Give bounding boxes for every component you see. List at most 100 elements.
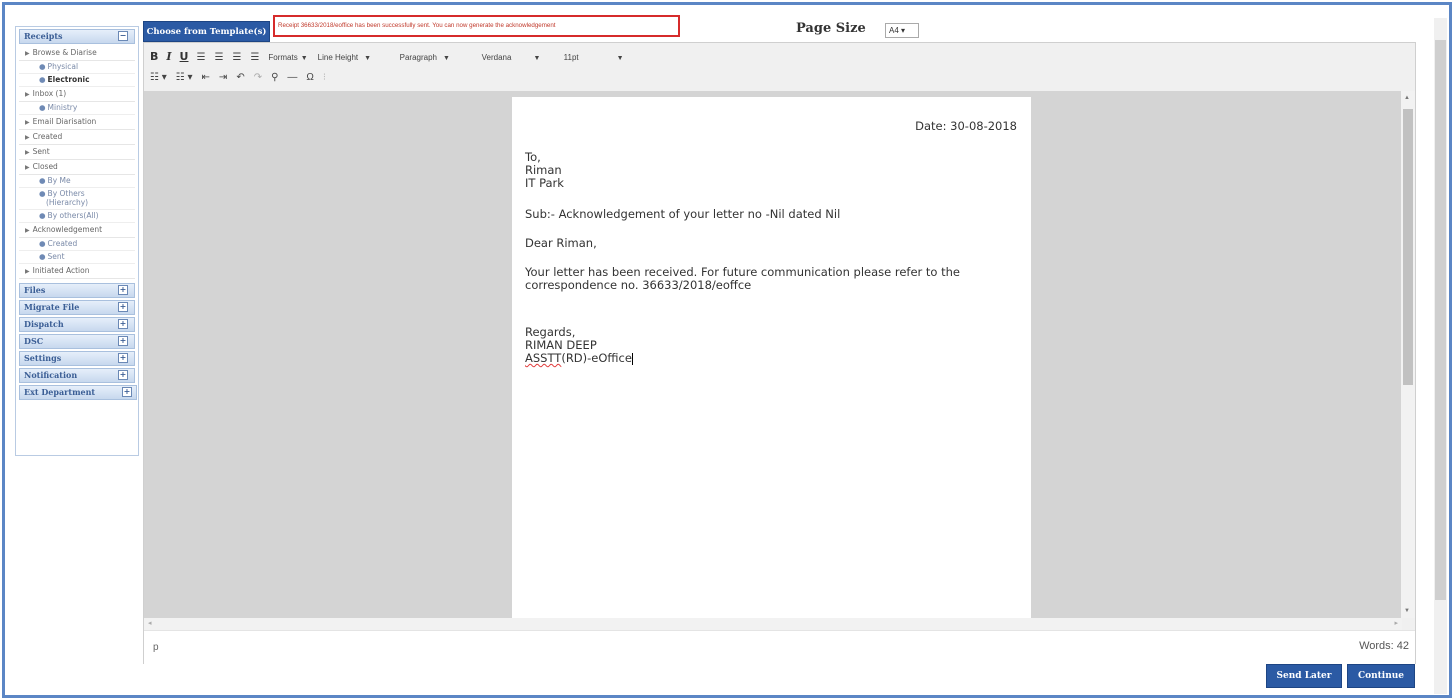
bold-button[interactable]: B bbox=[150, 50, 158, 64]
editor-vertical-scrollbar[interactable]: ▲ ▼ bbox=[1401, 91, 1415, 618]
line-height-label: Line Height bbox=[317, 52, 359, 62]
expand-icon[interactable]: + bbox=[118, 302, 128, 312]
chevron-down-icon: ▼ bbox=[364, 54, 372, 62]
letter-recipient-address: IT Park bbox=[525, 176, 564, 190]
sidebar-section-notification[interactable]: Notification + bbox=[19, 368, 135, 383]
scroll-down-icon[interactable]: ▼ bbox=[1404, 608, 1410, 614]
page-scrollbar[interactable] bbox=[1434, 18, 1447, 694]
paragraph-dropdown[interactable]: Paragraph ▼ bbox=[400, 53, 472, 62]
sidebar-subitem-by-others-hierarchy[interactable]: ● By Others (Hierarchy) bbox=[19, 188, 135, 210]
choose-template-button[interactable]: Choose from Template(s) bbox=[143, 21, 270, 42]
numbered-list-icon[interactable]: ☷ ▾ bbox=[176, 72, 193, 83]
editor-horizontal-scrollbar[interactable]: ◂ ▸ bbox=[144, 618, 1402, 630]
rich-text-editor: B I U ☰ ☰ ☰ ☰ Formats ▼ Line Height ▼ Para… bbox=[143, 42, 1416, 664]
caret-right-icon: ▶ bbox=[25, 119, 30, 126]
sidebar-item-created[interactable]: ▶ Created bbox=[19, 130, 135, 145]
collapse-icon[interactable]: − bbox=[118, 31, 128, 41]
indent-icon[interactable]: ⇥ bbox=[219, 72, 227, 83]
align-justify-icon[interactable]: ☰ bbox=[250, 52, 259, 63]
font-family-dropdown[interactable]: Verdana ▼ bbox=[482, 53, 554, 62]
more-options-icon[interactable]: ⁝ bbox=[323, 72, 326, 83]
sidebar-section-label: DSC bbox=[24, 336, 44, 346]
align-center-icon[interactable]: ☰ bbox=[214, 52, 223, 63]
chevron-down-icon: ▼ bbox=[616, 54, 624, 62]
sidebar-subitem-by-me[interactable]: ● By Me bbox=[19, 175, 135, 188]
element-path[interactable]: p bbox=[153, 642, 159, 653]
underline-button[interactable]: U bbox=[180, 50, 189, 64]
scroll-left-icon[interactable]: ◂ bbox=[148, 619, 152, 627]
sidebar-item-label: Created bbox=[32, 132, 63, 141]
sidebar-section-migrate-file[interactable]: Migrate File + bbox=[19, 300, 135, 315]
align-left-icon[interactable]: ☰ bbox=[196, 52, 205, 63]
horizontal-rule-icon[interactable]: — bbox=[287, 72, 297, 83]
caret-right-icon: ▶ bbox=[25, 227, 30, 234]
sidebar-item-browse-diarise[interactable]: ▶ Browse & Diarise bbox=[19, 46, 135, 61]
sidebar-subitem-ministry[interactable]: ● Ministry bbox=[19, 102, 135, 115]
editor-scroll-thumb[interactable] bbox=[1403, 109, 1413, 385]
chevron-down-icon: ▼ bbox=[443, 54, 450, 62]
sidebar-item-initiated-action[interactable]: ▶ Initiated Action bbox=[19, 264, 135, 279]
sidebar-section-label: Files bbox=[24, 285, 46, 295]
expand-icon[interactable]: + bbox=[118, 285, 128, 295]
align-right-icon[interactable]: ☰ bbox=[232, 52, 241, 63]
expand-icon[interactable]: + bbox=[118, 336, 128, 346]
continue-button[interactable]: Continue bbox=[1347, 664, 1415, 688]
bullet-icon: ● bbox=[39, 211, 46, 220]
font-size-dropdown[interactable]: 11pt ▼ bbox=[564, 53, 636, 62]
page-size-label: Page Size bbox=[796, 21, 866, 36]
scroll-up-icon[interactable]: ▲ bbox=[1404, 95, 1410, 101]
caret-right-icon: ▶ bbox=[25, 50, 30, 57]
sidebar-item-sent[interactable]: ▶ Sent bbox=[19, 145, 135, 160]
special-character-icon[interactable]: Ω bbox=[306, 72, 313, 83]
sidebar-item-email-diarisation[interactable]: ▶ Email Diarisation bbox=[19, 115, 135, 130]
letter-date: Date: 30-08-2018 bbox=[915, 119, 1017, 133]
bullet-icon: ● bbox=[39, 239, 46, 248]
sidebar-item-label: Inbox (1) bbox=[32, 89, 67, 98]
page-scroll-thumb[interactable] bbox=[1435, 40, 1446, 600]
sidebar-subitem-by-others-all[interactable]: ● By others(All) bbox=[19, 210, 135, 223]
chevron-down-icon: ▼ bbox=[300, 54, 308, 62]
font-family-label: Verdana bbox=[481, 52, 512, 62]
sidebar-section-receipts[interactable]: Receipts − bbox=[19, 29, 135, 44]
sidebar-section-dispatch[interactable]: Dispatch + bbox=[19, 317, 135, 332]
sidebar: Receipts − ▶ Browse & Diarise ● Physical ●… bbox=[15, 26, 139, 456]
sidebar-section-label: Receipts bbox=[24, 31, 63, 41]
redo-icon[interactable]: ↷ bbox=[254, 72, 262, 83]
undo-icon[interactable]: ↶ bbox=[236, 72, 244, 83]
letter-subject: Sub:- Acknowledgement of your letter no … bbox=[525, 207, 841, 221]
sidebar-subitem-physical[interactable]: ● Physical bbox=[19, 61, 135, 74]
sidebar-item-label: Sent bbox=[32, 147, 50, 156]
outdent-icon[interactable]: ⇤ bbox=[202, 72, 210, 83]
font-size-label: 11pt bbox=[563, 52, 579, 62]
sidebar-item-label: Closed bbox=[32, 162, 58, 171]
expand-icon[interactable]: + bbox=[122, 387, 132, 397]
expand-icon[interactable]: + bbox=[118, 319, 128, 329]
find-icon[interactable]: ⚲ bbox=[271, 72, 278, 83]
expand-icon[interactable]: + bbox=[118, 353, 128, 363]
page-size-select[interactable]: A4 ▾ bbox=[885, 23, 919, 38]
sidebar-item-inbox[interactable]: ▶ Inbox (1) bbox=[19, 87, 135, 102]
letter-page[interactable]: Date: 30-08-2018 To, Riman IT Park Sub:-… bbox=[512, 97, 1031, 618]
sidebar-subitem-ack-sent[interactable]: ● Sent bbox=[19, 251, 135, 264]
expand-icon[interactable]: + bbox=[118, 370, 128, 380]
sidebar-section-ext-department[interactable]: Ext Department + bbox=[19, 385, 137, 400]
sidebar-item-label: (Hierarchy) bbox=[46, 198, 89, 207]
send-later-button[interactable]: Send Later bbox=[1266, 664, 1342, 688]
bullet-icon: ● bbox=[39, 252, 46, 261]
sidebar-section-files[interactable]: Files + bbox=[19, 283, 135, 298]
sidebar-section-settings[interactable]: Settings + bbox=[19, 351, 135, 366]
sidebar-item-closed[interactable]: ▶ Closed bbox=[19, 160, 135, 175]
sidebar-section-dsc[interactable]: DSC + bbox=[19, 334, 135, 349]
formats-dropdown[interactable]: Formats ▼ bbox=[268, 53, 307, 62]
italic-button[interactable]: I bbox=[166, 50, 171, 64]
caret-right-icon: ▶ bbox=[25, 164, 30, 171]
sidebar-item-acknowledgement[interactable]: ▶ Acknowledgement bbox=[19, 223, 135, 238]
sidebar-subitem-electronic[interactable]: ● Electronic bbox=[19, 74, 135, 87]
scroll-right-icon[interactable]: ▸ bbox=[1394, 619, 1398, 627]
bullet-list-icon[interactable]: ☷ ▾ bbox=[150, 72, 167, 83]
line-height-dropdown[interactable]: Line Height ▼ bbox=[318, 53, 390, 62]
sidebar-subitem-ack-created[interactable]: ● Created bbox=[19, 238, 135, 251]
sidebar-item-label: Ministry bbox=[47, 103, 78, 112]
success-notice: Receipt 36633/2018/eoffice has been succ… bbox=[273, 15, 680, 37]
bullet-icon: ● bbox=[39, 62, 46, 71]
